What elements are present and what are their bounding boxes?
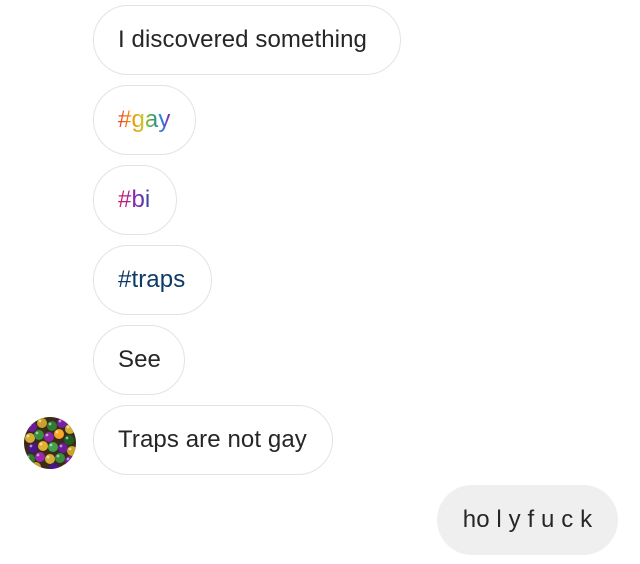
message-bubble-hashtag-gay[interactable]: #gay — [93, 85, 196, 155]
message-bubble-hashtag-bi[interactable]: #bi — [93, 165, 177, 235]
message-bubble-i-discovered-something[interactable]: I discovered something — [93, 5, 401, 75]
message-bubble-see[interactable]: See — [93, 325, 185, 395]
hashtag-bi-link[interactable]: #bi — [118, 186, 150, 214]
message-text: Traps are not gay — [118, 426, 307, 453]
message-bubble-traps-are-not-gay[interactable]: Traps are not gay — [93, 405, 333, 475]
message-thread: I discovered something #gay #bi #traps S… — [0, 0, 640, 564]
message-text: ho l y f u c k — [462, 506, 593, 533]
message-text: See — [118, 346, 162, 373]
hashtag-gay-link[interactable]: #gay — [118, 106, 170, 134]
avatar-image — [24, 417, 76, 469]
hashtag-traps-link[interactable]: #traps — [118, 266, 185, 294]
message-text: I discovered something — [118, 26, 367, 53]
message-bubble-outgoing[interactable]: ho l y f u c k — [437, 485, 618, 555]
mardi-gras-beads-avatar[interactable] — [24, 417, 76, 469]
message-bubble-hashtag-traps[interactable]: #traps — [93, 245, 212, 315]
